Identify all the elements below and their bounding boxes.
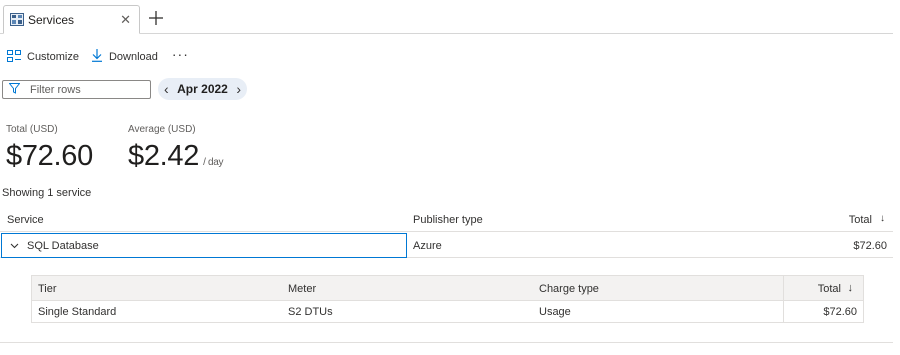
filter-rows-field[interactable] [2, 80, 151, 99]
month-label[interactable]: Apr 2022 [177, 82, 228, 96]
kpi-average-label: Average (USD) [128, 124, 196, 135]
service-name: SQL Database [27, 239, 99, 252]
filter-icon [8, 82, 30, 97]
kpi-total-value: $72.60 [6, 140, 93, 172]
download-label: Download [108, 51, 158, 63]
grid-header: Service Publisher type Total ↓ [0, 207, 893, 232]
more-icon[interactable]: ··· [172, 47, 189, 65]
meter-subgrid: Tier Meter Charge type Total ↓ Single St… [31, 275, 864, 323]
row-total: $72.60 [853, 240, 887, 252]
customize-icon [7, 49, 27, 65]
sort-down-icon[interactable]: ↓ [848, 282, 854, 294]
table-row[interactable]: SQL Database Azure $72.60 [0, 233, 893, 258]
column-charge-type[interactable]: Charge type [539, 283, 599, 295]
chevron-left-icon[interactable]: ‹ [164, 82, 169, 96]
kpi-average-value-row: $2.42/ day [128, 140, 224, 173]
divider [0, 342, 893, 343]
showing-count: Showing 1 service [2, 187, 92, 199]
kpi-average: Average (USD) $2.42/ day [128, 124, 224, 173]
column-tier[interactable]: Tier [38, 283, 57, 295]
charge-type-value: Usage [539, 306, 571, 318]
customize-label: Customize [27, 51, 79, 63]
tier-value: Single Standard [38, 306, 117, 318]
customize-button[interactable]: Customize [7, 49, 79, 65]
service-cell[interactable]: SQL Database [1, 233, 407, 258]
services-icon [10, 13, 24, 26]
kpi-average-unit: / day [203, 157, 224, 168]
chevron-down-icon[interactable] [10, 240, 19, 252]
column-publisher-type[interactable]: Publisher type [413, 214, 483, 226]
download-icon [91, 49, 109, 65]
column-divider [783, 276, 784, 322]
meter-value: S2 DTUs [288, 306, 333, 318]
kpi-total-label: Total (USD) [6, 124, 58, 135]
kpi-average-value: $2.42 [128, 140, 200, 172]
tab-strip: Services ✕ [0, 0, 893, 34]
filter-rows-input[interactable] [30, 83, 140, 96]
download-button[interactable]: Download [91, 49, 158, 65]
table-row: Single Standard S2 DTUs Usage $72.60 [32, 301, 863, 323]
subrow-total: $72.60 [823, 306, 857, 318]
add-icon[interactable] [147, 9, 165, 27]
column-meter[interactable]: Meter [288, 283, 316, 295]
kpi-total: Total (USD) $72.60 [6, 124, 93, 173]
column-subtotal[interactable]: Total [818, 283, 841, 295]
subgrid-header: Tier Meter Charge type Total ↓ [32, 276, 863, 301]
toolbar: Customize Download ··· [7, 47, 189, 67]
tab-title: Services [28, 12, 75, 27]
close-icon[interactable]: ✕ [120, 12, 131, 28]
column-service[interactable]: Service [7, 214, 44, 226]
column-total[interactable]: Total [849, 214, 872, 226]
sort-down-icon[interactable]: ↓ [880, 213, 885, 224]
chevron-right-icon[interactable]: › [236, 82, 241, 96]
tab-services[interactable]: Services ✕ [3, 5, 140, 34]
publisher-type: Azure [413, 240, 442, 252]
month-picker: ‹ Apr 2022 › [158, 78, 247, 100]
